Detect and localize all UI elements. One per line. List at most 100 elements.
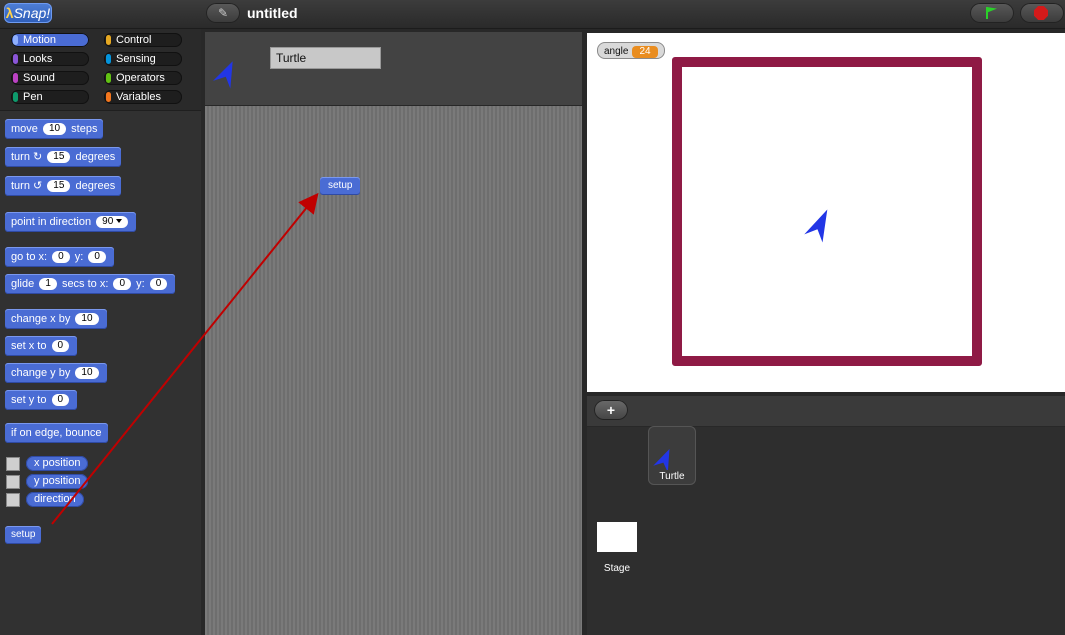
category-label: Pen bbox=[23, 91, 43, 103]
block-text: y: bbox=[136, 278, 145, 290]
category-swatch bbox=[106, 92, 111, 102]
value-input[interactable]: 0 bbox=[51, 394, 70, 407]
turtle-icon bbox=[653, 448, 670, 470]
watcher-value: 24 bbox=[632, 46, 658, 58]
watcher-label: angle bbox=[604, 46, 629, 57]
direction-dropdown[interactable]: 90 bbox=[96, 216, 129, 229]
set-y-block[interactable]: set y to 0 bbox=[5, 390, 78, 410]
top-bar: λSnap! ✎ untitled bbox=[0, 0, 1065, 29]
block-text: go to x: bbox=[11, 251, 48, 263]
value-input[interactable]: 10 bbox=[75, 313, 99, 326]
category-selector: Motion Looks Sound Pen Control Sensing O… bbox=[0, 29, 201, 111]
y-position-reporter[interactable]: y position bbox=[26, 474, 89, 489]
setup-custom-block[interactable]: setup bbox=[5, 526, 42, 544]
category-swatch bbox=[13, 54, 18, 64]
category-operators[interactable]: Operators bbox=[104, 71, 182, 85]
stage-thumbnail-label: Stage bbox=[603, 563, 631, 574]
category-label: Sound bbox=[23, 72, 55, 84]
category-label: Operators bbox=[116, 72, 165, 84]
snap-logo[interactable]: λSnap! bbox=[4, 3, 52, 23]
sprite-header bbox=[205, 32, 582, 105]
turn-ccw-block[interactable]: turn ↺ 15 degrees bbox=[5, 176, 122, 196]
x-input[interactable]: 0 bbox=[52, 251, 70, 264]
stop-button[interactable] bbox=[1020, 3, 1064, 23]
scripting-area[interactable] bbox=[205, 106, 582, 635]
direction-checkbox[interactable] bbox=[6, 493, 20, 507]
y-input[interactable]: 0 bbox=[88, 251, 106, 264]
category-label: Motion bbox=[23, 34, 57, 46]
category-swatch bbox=[106, 54, 111, 64]
sprite-name-input[interactable]: Turtle bbox=[270, 47, 381, 69]
category-sensing[interactable]: Sensing bbox=[104, 52, 182, 66]
block-text: degrees bbox=[75, 180, 116, 192]
logo-text: Snap! bbox=[13, 5, 51, 21]
category-variables[interactable]: Variables bbox=[104, 90, 182, 104]
stage-thumbnail[interactable] bbox=[597, 522, 637, 552]
bounce-block[interactable]: if on edge, bounce bbox=[5, 423, 108, 443]
x-position-checkbox[interactable] bbox=[6, 457, 20, 471]
turtle-thumb-svg bbox=[653, 448, 670, 470]
block-text: change x by bbox=[11, 313, 71, 325]
green-flag-icon bbox=[987, 7, 997, 13]
setup-script-block[interactable]: setup bbox=[320, 177, 361, 195]
x-input[interactable]: 0 bbox=[113, 278, 132, 291]
category-swatch bbox=[13, 92, 18, 102]
sprite-thumbnail-label: Turtle bbox=[659, 471, 685, 482]
corral-toolbar bbox=[587, 396, 1065, 426]
category-swatch bbox=[106, 73, 111, 83]
pencil-icon[interactable]: ✎ bbox=[206, 3, 240, 23]
category-label: Looks bbox=[23, 53, 53, 65]
block-text: change y by bbox=[11, 367, 71, 379]
category-swatch bbox=[106, 35, 111, 45]
secs-input[interactable]: 1 bbox=[39, 278, 57, 291]
value-input[interactable]: 10 bbox=[75, 367, 99, 380]
project-title: untitled bbox=[247, 5, 298, 21]
chevron-down-icon bbox=[116, 219, 123, 224]
category-label: Variables bbox=[116, 91, 162, 103]
degrees-input[interactable]: 15 bbox=[47, 180, 71, 193]
x-position-reporter[interactable]: x position bbox=[26, 456, 89, 471]
block-text: turn ↻ bbox=[11, 151, 43, 163]
y-position-checkbox[interactable] bbox=[6, 475, 20, 489]
block-text: set x to bbox=[11, 340, 47, 352]
glide-block[interactable]: glide 1 secs to x: 0 y: 0 bbox=[5, 274, 176, 294]
value-input[interactable]: 0 bbox=[51, 340, 70, 353]
direction-value: 90 bbox=[102, 216, 114, 228]
block-palette: Motion Looks Sound Pen Control Sensing O… bbox=[0, 29, 201, 635]
block-text: secs to x: bbox=[61, 278, 109, 290]
block-text: degrees bbox=[75, 151, 116, 163]
category-control[interactable]: Control bbox=[104, 33, 182, 47]
block-text: move bbox=[11, 123, 38, 135]
direction-reporter[interactable]: direction bbox=[26, 492, 84, 507]
category-sound[interactable]: Sound bbox=[11, 71, 89, 85]
category-looks[interactable]: Looks bbox=[11, 52, 89, 66]
block-text: glide bbox=[11, 278, 35, 290]
go-to-xy-block[interactable]: go to x: 0 y: 0 bbox=[5, 247, 114, 267]
change-y-block[interactable]: change y by 10 bbox=[5, 363, 107, 383]
block-text: turn ↺ bbox=[11, 180, 43, 192]
stop-sign-icon bbox=[1034, 6, 1048, 20]
green-flag-button[interactable] bbox=[970, 3, 1014, 23]
block-text: set y to bbox=[11, 394, 47, 406]
category-label: Sensing bbox=[116, 53, 156, 65]
set-x-block[interactable]: set x to 0 bbox=[5, 336, 78, 356]
category-label: Control bbox=[116, 34, 152, 46]
drawn-square bbox=[672, 57, 982, 366]
add-sprite-button[interactable]: + bbox=[594, 400, 628, 420]
change-x-block[interactable]: change x by 10 bbox=[5, 309, 107, 329]
move-steps-block[interactable]: move 10 steps bbox=[5, 119, 104, 139]
sprite-thumbnail-turtle[interactable]: Turtle bbox=[648, 426, 696, 485]
steps-input[interactable]: 10 bbox=[42, 123, 67, 136]
block-text: point in direction bbox=[11, 216, 92, 228]
category-swatch bbox=[13, 73, 18, 83]
block-text: y: bbox=[74, 251, 84, 263]
category-pen[interactable]: Pen bbox=[11, 90, 89, 104]
point-in-direction-block[interactable]: point in direction 90 bbox=[5, 212, 137, 232]
turn-cw-block[interactable]: turn ↻ 15 degrees bbox=[5, 147, 122, 167]
block-text: steps bbox=[71, 123, 98, 135]
y-input[interactable]: 0 bbox=[149, 278, 168, 291]
category-swatch bbox=[13, 35, 18, 45]
degrees-input[interactable]: 15 bbox=[47, 151, 71, 164]
category-motion[interactable]: Motion bbox=[11, 33, 89, 47]
angle-watcher[interactable]: angle 24 bbox=[597, 42, 665, 59]
